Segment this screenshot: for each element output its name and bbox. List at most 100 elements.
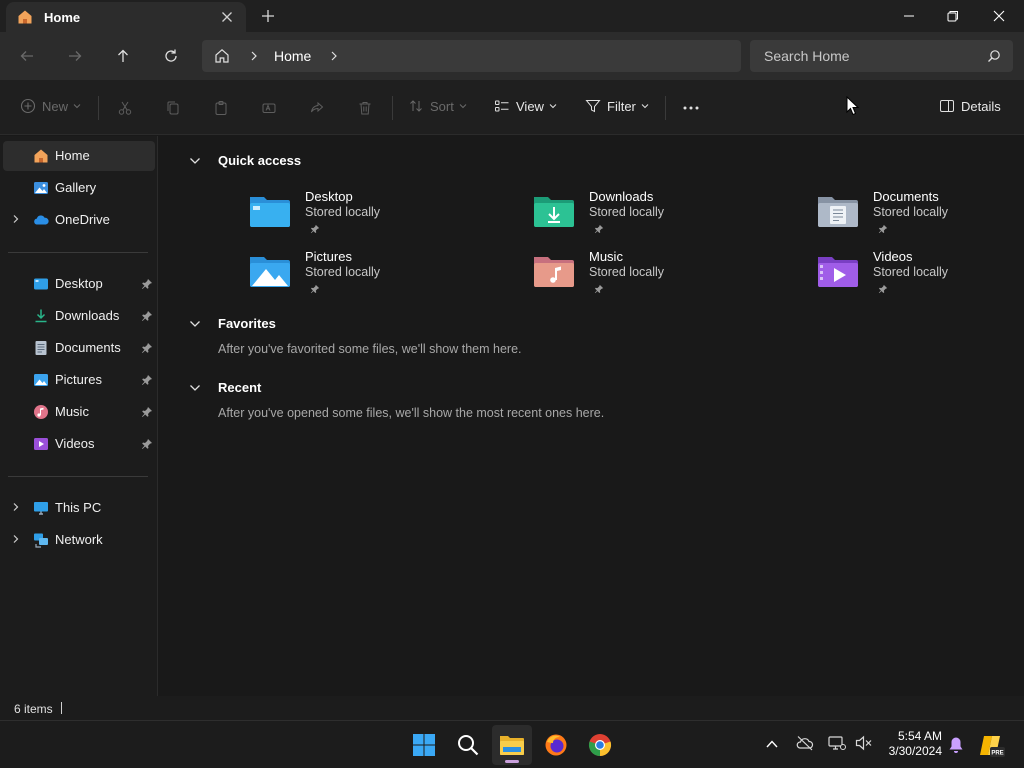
chevron-down-icon[interactable] bbox=[188, 317, 202, 331]
close-window-button[interactable] bbox=[976, 0, 1022, 32]
taskbar-search-button[interactable] bbox=[448, 725, 488, 765]
pin-icon[interactable] bbox=[141, 278, 153, 290]
chevron-right-icon[interactable] bbox=[11, 534, 21, 544]
sort-icon bbox=[408, 98, 424, 114]
sidebar-item-this-pc[interactable]: This PC bbox=[3, 493, 155, 523]
sidebar-item-documents[interactable]: Documents bbox=[3, 333, 155, 363]
volume-muted-icon[interactable] bbox=[855, 735, 873, 751]
quick-access-header[interactable]: Quick access bbox=[188, 153, 301, 168]
taskbar-chrome[interactable] bbox=[580, 725, 620, 765]
new-tab-icon[interactable] bbox=[260, 8, 276, 24]
quick-access-desktop[interactable]: Desktop Stored locally bbox=[248, 189, 448, 245]
up-button[interactable] bbox=[111, 44, 135, 68]
sidebar-item-desktop[interactable]: Desktop bbox=[3, 269, 155, 299]
tab-home[interactable]: Home bbox=[6, 2, 246, 32]
sidebar-item-videos[interactable]: Videos bbox=[3, 429, 155, 459]
onedrive-offline-icon[interactable] bbox=[796, 735, 814, 751]
chevron-right-icon[interactable] bbox=[248, 50, 260, 62]
more-options-icon[interactable] bbox=[681, 98, 701, 118]
favorites-header[interactable]: Favorites bbox=[188, 316, 276, 331]
details-button[interactable]: Details bbox=[939, 98, 1001, 114]
clock[interactable]: 5:54 AM 3/30/2024 bbox=[878, 729, 942, 759]
sidebar-item-network[interactable]: Network bbox=[3, 525, 155, 555]
address-bar[interactable]: Home bbox=[202, 40, 741, 72]
view-button[interactable]: View bbox=[494, 98, 557, 114]
filter-icon bbox=[585, 98, 601, 114]
quick-access-pictures[interactable]: Pictures Stored locally bbox=[248, 249, 448, 305]
taskbar-file-explorer[interactable] bbox=[492, 725, 532, 765]
cut-icon[interactable] bbox=[115, 98, 135, 118]
home-icon bbox=[33, 148, 49, 164]
sidebar-divider bbox=[8, 476, 148, 477]
sidebar-item-label: This PC bbox=[55, 500, 102, 515]
sidebar-item-downloads[interactable]: Downloads bbox=[3, 301, 155, 331]
sort-label: Sort bbox=[430, 98, 454, 114]
downloads-folder-icon bbox=[532, 193, 576, 229]
network-status-icon[interactable] bbox=[828, 735, 846, 751]
new-button[interactable]: New bbox=[20, 98, 81, 114]
chevron-right-icon[interactable] bbox=[328, 50, 340, 62]
recent-header[interactable]: Recent bbox=[188, 380, 261, 395]
delete-icon[interactable] bbox=[355, 98, 375, 118]
copy-icon[interactable] bbox=[163, 98, 183, 118]
filter-button[interactable]: Filter bbox=[585, 98, 649, 114]
pin-icon[interactable] bbox=[141, 406, 153, 418]
chevron-right-icon[interactable] bbox=[11, 502, 21, 512]
home-outline-icon[interactable] bbox=[214, 48, 230, 64]
music-folder-icon bbox=[532, 253, 576, 289]
gallery-icon bbox=[33, 180, 49, 196]
pin-icon bbox=[310, 284, 320, 294]
sort-button[interactable]: Sort bbox=[408, 98, 467, 114]
mouse-cursor-icon bbox=[846, 96, 860, 116]
quick-access-downloads[interactable]: Downloads Stored locally bbox=[532, 189, 732, 245]
item-status: Stored locally bbox=[589, 265, 665, 279]
restore-button[interactable] bbox=[930, 0, 976, 32]
search-input[interactable]: Search Home bbox=[750, 40, 1013, 72]
sidebar-item-music[interactable]: Music bbox=[3, 397, 155, 427]
sidebar-item-pictures[interactable]: Pictures bbox=[3, 365, 155, 395]
sidebar-item-home[interactable]: Home bbox=[3, 141, 155, 171]
title-bar: Home bbox=[0, 0, 1024, 32]
pin-icon[interactable] bbox=[141, 310, 153, 322]
pictures-icon bbox=[33, 372, 49, 388]
quick-access-music[interactable]: Music Stored locally bbox=[532, 249, 732, 305]
forward-button[interactable] bbox=[63, 44, 87, 68]
pin-icon bbox=[878, 224, 888, 234]
pin-icon[interactable] bbox=[141, 438, 153, 450]
search-icon[interactable] bbox=[987, 49, 1001, 63]
sidebar-item-gallery[interactable]: Gallery bbox=[3, 173, 155, 203]
favorites-empty-message: After you've favorited some files, we'll… bbox=[218, 342, 522, 356]
pictures-folder-icon bbox=[248, 253, 292, 289]
content-pane: Quick access Desktop Stored locally Down… bbox=[160, 136, 1024, 696]
chevron-right-icon[interactable] bbox=[11, 214, 21, 224]
chevron-down-icon[interactable] bbox=[188, 381, 202, 395]
desktop-folder-icon bbox=[248, 193, 292, 229]
taskbar-firefox[interactable] bbox=[536, 725, 576, 765]
copilot-icon[interactable]: PRE bbox=[978, 733, 1006, 759]
pin-icon[interactable] bbox=[141, 342, 153, 354]
notification-bell-icon[interactable] bbox=[948, 736, 964, 754]
details-pane-icon bbox=[939, 98, 955, 114]
quick-access-documents[interactable]: Documents Stored locally bbox=[816, 189, 1016, 245]
show-hidden-icons-chevron-up-icon[interactable] bbox=[765, 737, 779, 751]
back-button[interactable] bbox=[15, 44, 39, 68]
videos-folder-icon bbox=[816, 253, 860, 289]
document-icon bbox=[33, 340, 49, 356]
chevron-down-icon[interactable] bbox=[188, 154, 202, 168]
section-title: Recent bbox=[218, 380, 262, 395]
rename-icon[interactable] bbox=[259, 98, 279, 118]
breadcrumb-home[interactable]: Home bbox=[274, 48, 311, 64]
share-icon[interactable] bbox=[307, 98, 327, 118]
item-status: Stored locally bbox=[305, 205, 381, 219]
refresh-button[interactable] bbox=[159, 44, 183, 68]
quick-access-videos[interactable]: Videos Stored locally bbox=[816, 249, 1016, 305]
start-button[interactable] bbox=[404, 725, 444, 765]
pin-icon[interactable] bbox=[141, 374, 153, 386]
sidebar-item-label: Network bbox=[55, 532, 103, 547]
item-status: Stored locally bbox=[873, 265, 949, 279]
view-label: View bbox=[516, 98, 544, 114]
close-tab-icon[interactable] bbox=[219, 9, 235, 25]
paste-icon[interactable] bbox=[211, 98, 231, 118]
minimize-button[interactable] bbox=[886, 0, 932, 32]
sidebar-item-onedrive[interactable]: OneDrive bbox=[3, 205, 155, 235]
